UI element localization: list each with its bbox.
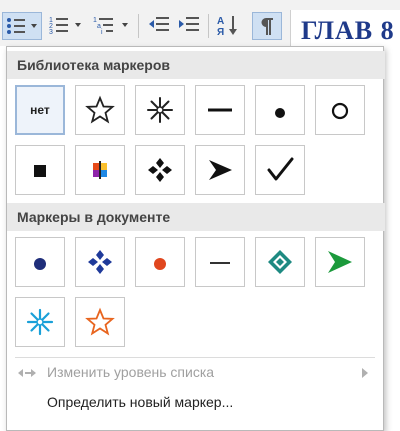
bullet-none-option[interactable]: нет (15, 85, 65, 135)
document-heading-text: ГЛАВ 8 (301, 16, 395, 45)
cyan-starburst-icon (26, 308, 54, 336)
svg-text:А: А (217, 16, 224, 27)
toolbar-separator (208, 14, 209, 38)
numbering-button[interactable]: 1 2 3 (46, 12, 86, 38)
bullet-library-dropdown: Библиотека маркеров нет Маркеры в докуме… (6, 46, 385, 431)
dash-icon (208, 108, 232, 112)
numbering-icon: 1 2 3 (49, 17, 81, 35)
green-arrowhead-icon (328, 251, 352, 273)
document-bullet-green-arrowhead[interactable] (315, 237, 365, 287)
checkmark-icon (267, 157, 294, 181)
show-formatting-button[interactable] (252, 12, 282, 40)
increase-indent-button[interactable] (176, 12, 202, 38)
document-bullet-orange-dot[interactable] (135, 237, 185, 287)
bullet-option-arrowhead[interactable] (195, 145, 245, 195)
bullet-option-checkmark[interactable] (255, 145, 305, 195)
change-list-level-label: Изменить уровень списка (47, 364, 215, 380)
orange-star-outline-icon (85, 307, 115, 336)
bullet-option-starburst[interactable] (135, 85, 185, 135)
arrowhead-icon (209, 160, 232, 180)
bullet-option-square[interactable] (15, 145, 65, 195)
ribbon-toolbar: 1 2 3 1 a i А Я ГЛАВ 8 (0, 0, 400, 50)
document-bullets-heading: Маркеры в документе (7, 203, 385, 231)
teal-diamond-icon (268, 250, 292, 274)
bullet-option-color-squares[interactable] (75, 145, 125, 195)
menu-divider (15, 357, 375, 358)
bullet-option-dash[interactable] (195, 85, 245, 135)
decrease-indent-icon (149, 17, 169, 31)
sort-button[interactable]: А Я (214, 12, 242, 38)
bullet-option-hollow-circle[interactable] (315, 85, 365, 135)
bullet-library-heading: Библиотека маркеров (7, 51, 385, 79)
define-new-bullet-menu-item[interactable]: Определить новый маркер... (7, 389, 381, 417)
increase-indent-icon (179, 17, 199, 31)
svg-text:i: i (101, 29, 103, 35)
hollow-circle-icon (331, 102, 349, 120)
star-outline-icon (85, 95, 115, 124)
document-bullet-orange-star[interactable] (75, 297, 125, 347)
blue-diamonds-icon (88, 250, 112, 274)
document-bullet-teal-diamond[interactable] (255, 237, 305, 287)
document-bullet-cyan-starburst[interactable] (15, 297, 65, 347)
define-new-bullet-label: Определить новый маркер... (47, 394, 234, 410)
multilevel-list-icon: 1 a i (93, 17, 128, 35)
bullets-button[interactable] (2, 12, 42, 40)
svg-text:Я: Я (217, 27, 224, 36)
document-heading-preview: ГЛАВ 8 (290, 10, 400, 50)
bullet-none-label: нет (30, 103, 50, 117)
pilcrow-icon (261, 18, 273, 35)
thin-dash-icon (210, 262, 230, 264)
starburst-icon (147, 97, 173, 123)
document-bullet-dash[interactable] (195, 237, 245, 287)
document-bullet-blue-diamonds[interactable] (75, 237, 125, 287)
bullets-icon (7, 18, 37, 34)
filled-square-icon (34, 165, 46, 177)
decrease-indent-button[interactable] (146, 12, 172, 38)
toolbar-separator (138, 14, 139, 38)
sort-icon: А Я (217, 16, 237, 36)
submenu-arrow-icon (362, 368, 368, 378)
navy-dot-icon (34, 258, 46, 270)
orange-dot-icon (154, 258, 166, 270)
svg-text:3: 3 (49, 29, 53, 35)
bullet-option-filled-circle[interactable] (255, 85, 305, 135)
filled-circle-icon (275, 108, 285, 118)
bullet-option-four-diamonds[interactable] (135, 145, 185, 195)
bullet-option-star-outline[interactable] (75, 85, 125, 135)
four-diamonds-icon (148, 158, 172, 182)
document-bullet-navy-dot[interactable] (15, 237, 65, 287)
list-level-icon (18, 369, 36, 377)
multilevel-list-button[interactable]: 1 a i (90, 12, 134, 38)
change-list-level-menu-item[interactable]: Изменить уровень списка (7, 359, 381, 387)
color-squares-icon (93, 161, 107, 179)
